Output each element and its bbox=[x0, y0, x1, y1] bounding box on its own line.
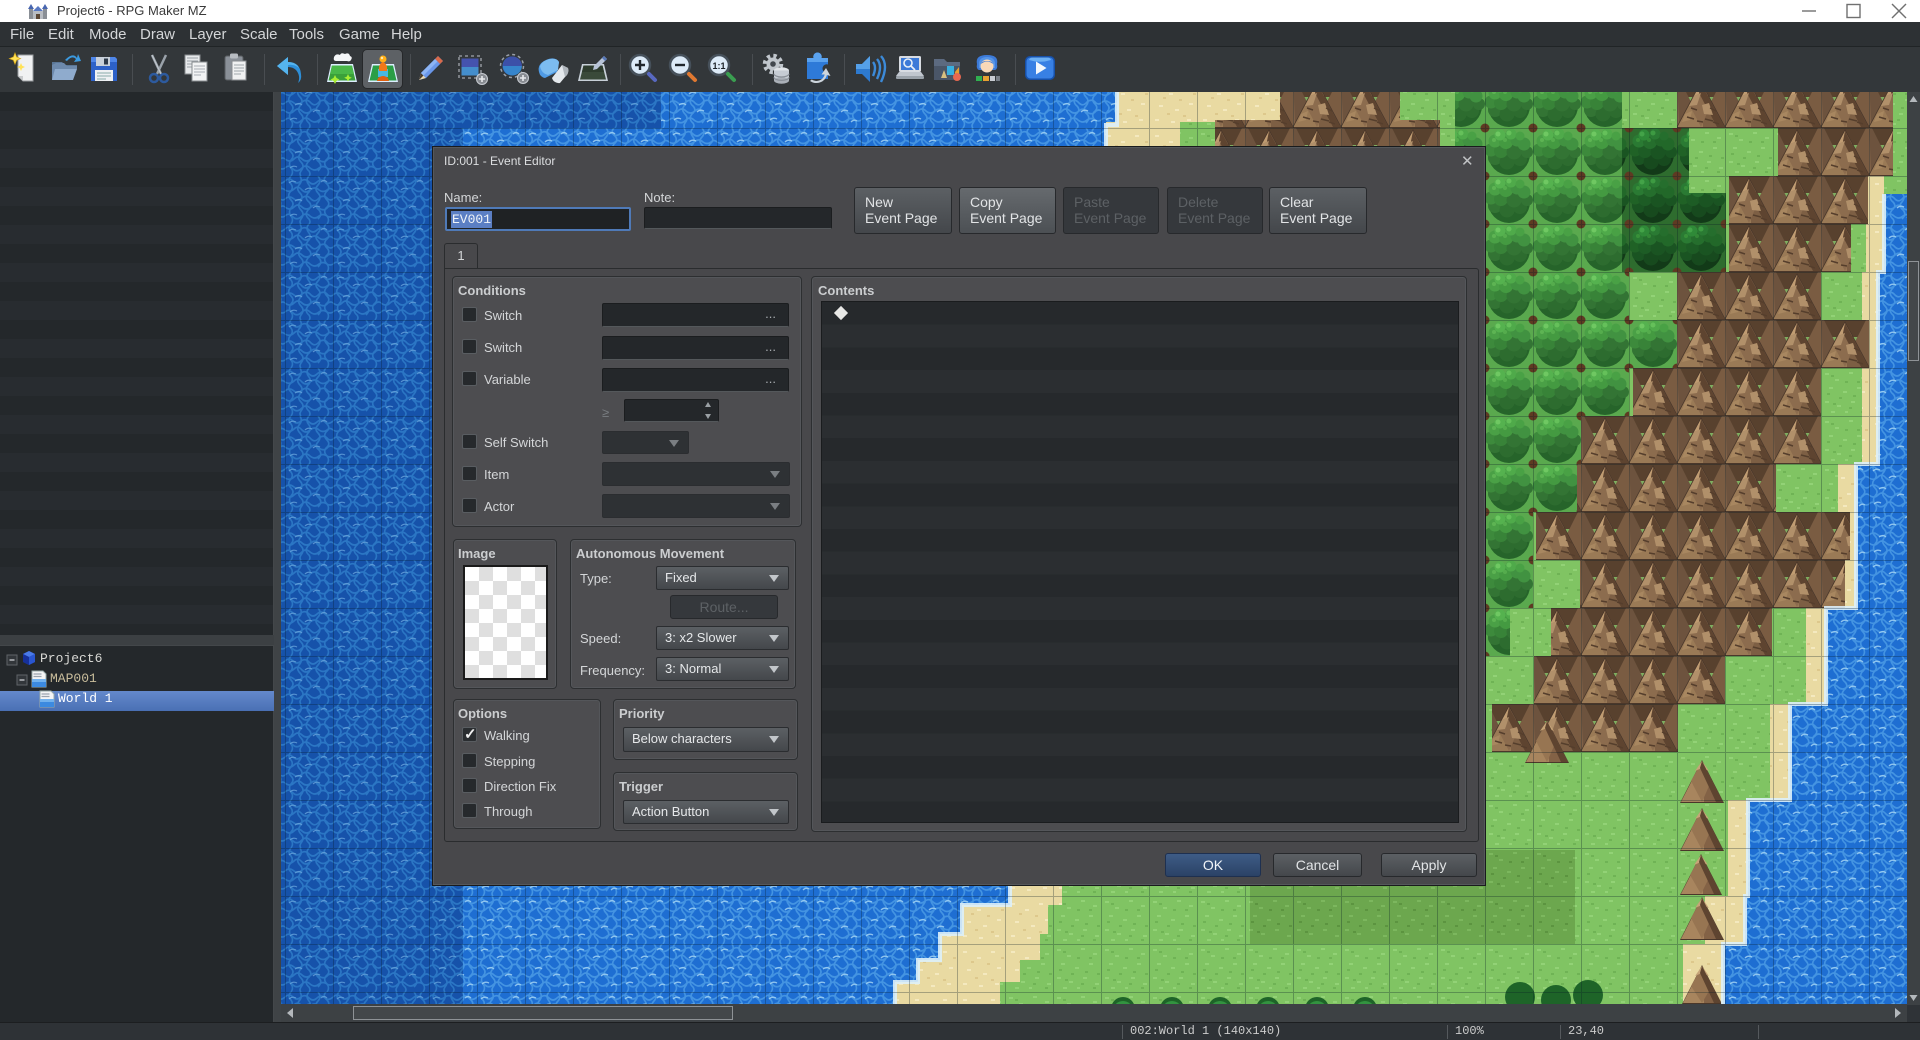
svg-text:1:1: 1:1 bbox=[712, 61, 725, 71]
